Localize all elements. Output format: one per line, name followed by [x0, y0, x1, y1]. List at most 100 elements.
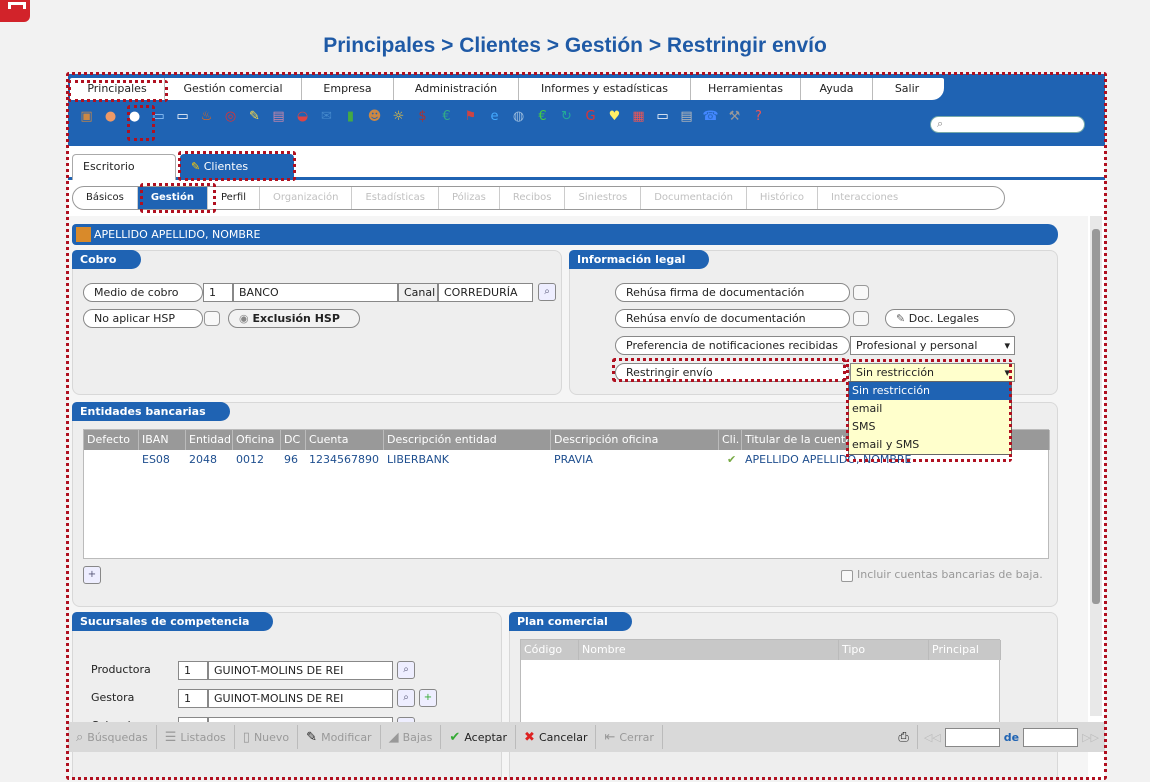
- scrollbar-thumb[interactable]: [1092, 229, 1100, 604]
- cell-dc: 96: [284, 453, 298, 466]
- tab-escritorio[interactable]: Escritorio: [72, 154, 176, 180]
- menu-administracion[interactable]: Administración: [394, 78, 519, 100]
- preferencia-select[interactable]: Profesional y personal ▾: [850, 336, 1015, 355]
- busquedas-label: Búsquedas: [87, 730, 148, 744]
- medio-cobro-code[interactable]: 1: [203, 283, 233, 302]
- subtab-siniestros[interactable]: Siniestros: [565, 187, 642, 209]
- col-nombre[interactable]: Nombre: [579, 640, 839, 660]
- col-cli[interactable]: Cli.: [719, 430, 742, 450]
- poll-icon[interactable]: ▦: [628, 106, 649, 127]
- subtab-polizas[interactable]: Pólizas: [439, 187, 500, 209]
- bulb-person-icon[interactable]: ☼: [388, 106, 409, 127]
- mail-icon[interactable]: ✉: [316, 106, 337, 127]
- e-icon[interactable]: e: [484, 106, 505, 127]
- col-desc-entidad[interactable]: Descripción entidad: [384, 430, 551, 450]
- col-dc[interactable]: DC: [281, 430, 306, 450]
- col-tipo[interactable]: Tipo: [839, 640, 929, 660]
- subtab-documentacion[interactable]: Documentación: [641, 187, 747, 209]
- modificar-button[interactable]: ✎ Modificar: [298, 725, 381, 749]
- pencil-icon[interactable]: ✎: [244, 106, 265, 127]
- sucursales-panel: Sucursales de competencia Productora 1 G…: [72, 612, 502, 780]
- box-icon[interactable]: ▣: [76, 106, 97, 127]
- busquedas-button[interactable]: ⌕ Búsquedas: [68, 725, 157, 749]
- page-total-input[interactable]: [1023, 727, 1079, 747]
- euro-icon[interactable]: €: [436, 106, 457, 127]
- incluir-baja-checkbox[interactable]: [841, 570, 853, 582]
- cancelar-button[interactable]: ✖ Cancelar: [516, 725, 597, 749]
- bajas-button[interactable]: ◢ Bajas: [381, 725, 442, 749]
- bag-icon[interactable]: ◒: [292, 106, 313, 127]
- folder-icon[interactable]: ▤: [268, 106, 289, 127]
- help-icon[interactable]: ?: [748, 106, 769, 127]
- close-icon: ✖: [524, 729, 535, 745]
- app-logo: [0, 0, 30, 22]
- toolbar-icons: ▣ ● ● ▭ ▭ ♨ ◎ ✎ ▤ ◒ ✉ ▮ ☻ ☼ $ € ⚑ e ◍ € ↻ G ♥ ▦ ▭ ▤ ☎ ⚒?: [76, 106, 769, 127]
- note-icon[interactable]: ▭: [652, 106, 673, 127]
- productora-code[interactable]: 1: [178, 661, 208, 680]
- col-cuenta[interactable]: Cuenta: [306, 430, 384, 450]
- no-aplicar-hsp-checkbox[interactable]: [204, 311, 220, 326]
- menu-herramientas[interactable]: Herramientas: [691, 78, 801, 100]
- rehusa-firma-checkbox[interactable]: [853, 285, 869, 300]
- subtab-estadisticas[interactable]: Estadísticas: [352, 187, 439, 209]
- bottle-icon[interactable]: ▮: [340, 106, 361, 127]
- gestora-name[interactable]: GUINOT-MOLINS DE REI: [208, 689, 393, 708]
- col-codigo[interactable]: Código: [521, 640, 579, 660]
- col-desc-oficina[interactable]: Descripción oficina: [551, 430, 719, 450]
- menu-empresa[interactable]: Empresa: [302, 78, 394, 100]
- cycle-icon[interactable]: ↻: [556, 106, 577, 127]
- col-iban[interactable]: IBAN: [139, 430, 186, 450]
- menu-informes[interactable]: Informes y estadísticas: [519, 78, 691, 100]
- last-page-icon[interactable]: ▷▷: [1082, 731, 1099, 744]
- subtab-historico[interactable]: Histórico: [747, 187, 818, 209]
- user-icon[interactable]: ●: [100, 106, 121, 127]
- subtab-basicos[interactable]: Básicos: [73, 187, 138, 209]
- menu-salir[interactable]: Salir: [873, 78, 941, 100]
- menu-ayuda[interactable]: Ayuda: [801, 78, 873, 100]
- medio-cobro-name[interactable]: BANCO: [233, 283, 398, 302]
- euro2-icon[interactable]: €: [532, 106, 553, 127]
- col-principal[interactable]: Principal: [929, 640, 1001, 660]
- subtab-interacciones[interactable]: Interacciones: [818, 187, 911, 209]
- cell-oficina: 0012: [236, 453, 264, 466]
- exclusion-hsp-button[interactable]: ◉ Exclusión HSP: [228, 309, 360, 328]
- legal-title: Información legal: [569, 250, 710, 269]
- subtab-organizacion[interactable]: Organización: [260, 187, 353, 209]
- col-entidad[interactable]: Entidad: [186, 430, 233, 450]
- fire-icon[interactable]: ♨: [196, 106, 217, 127]
- target-icon[interactable]: ◎: [220, 106, 241, 127]
- add-icon[interactable]: +: [419, 689, 437, 707]
- entidades-title: Entidades bancarias: [72, 402, 230, 421]
- first-page-icon[interactable]: ◁◁: [924, 731, 941, 744]
- doc-legales-button[interactable]: ✎ Doc. Legales: [885, 309, 1015, 328]
- network-icon[interactable]: ⚑: [460, 106, 481, 127]
- aceptar-button[interactable]: ✔ Aceptar: [441, 725, 517, 749]
- tools-icon[interactable]: ⚒: [724, 106, 745, 127]
- report-icon[interactable]: ▤: [676, 106, 697, 127]
- search-lookup-icon[interactable]: ⌕: [538, 283, 556, 301]
- col-defecto[interactable]: Defecto: [84, 430, 139, 450]
- g-icon[interactable]: G: [580, 106, 601, 127]
- card2-icon[interactable]: ▭: [172, 106, 193, 127]
- canal-value[interactable]: CORREDURÍA: [438, 283, 533, 302]
- search-lookup-icon[interactable]: ⌕: [397, 661, 415, 679]
- add-icon[interactable]: +: [83, 566, 101, 584]
- search-lookup-icon[interactable]: ⌕: [397, 689, 415, 707]
- col-oficina[interactable]: Oficina: [233, 430, 281, 450]
- print-button[interactable]: ⎙: [890, 725, 918, 749]
- listados-button[interactable]: ☰ Listados: [157, 725, 235, 749]
- productora-name[interactable]: GUINOT-MOLINS DE REI: [208, 661, 393, 680]
- menu-gestion-comercial[interactable]: Gestión comercial: [165, 78, 302, 100]
- lamp-icon[interactable]: ♥: [604, 106, 625, 127]
- gestora-code[interactable]: 1: [178, 689, 208, 708]
- money-icon[interactable]: $: [412, 106, 433, 127]
- person2-icon[interactable]: ☻: [364, 106, 385, 127]
- search-input[interactable]: ⌕: [930, 116, 1085, 133]
- cerrar-button[interactable]: ⇤ Cerrar: [596, 725, 663, 749]
- rehusa-envio-checkbox[interactable]: [853, 311, 869, 326]
- globe-icon[interactable]: ◍: [508, 106, 529, 127]
- phone-icon[interactable]: ☎: [700, 106, 721, 127]
- subtab-recibos[interactable]: Recibos: [500, 187, 566, 209]
- nuevo-button[interactable]: ▯ Nuevo: [235, 725, 299, 749]
- page-input[interactable]: [944, 727, 1000, 747]
